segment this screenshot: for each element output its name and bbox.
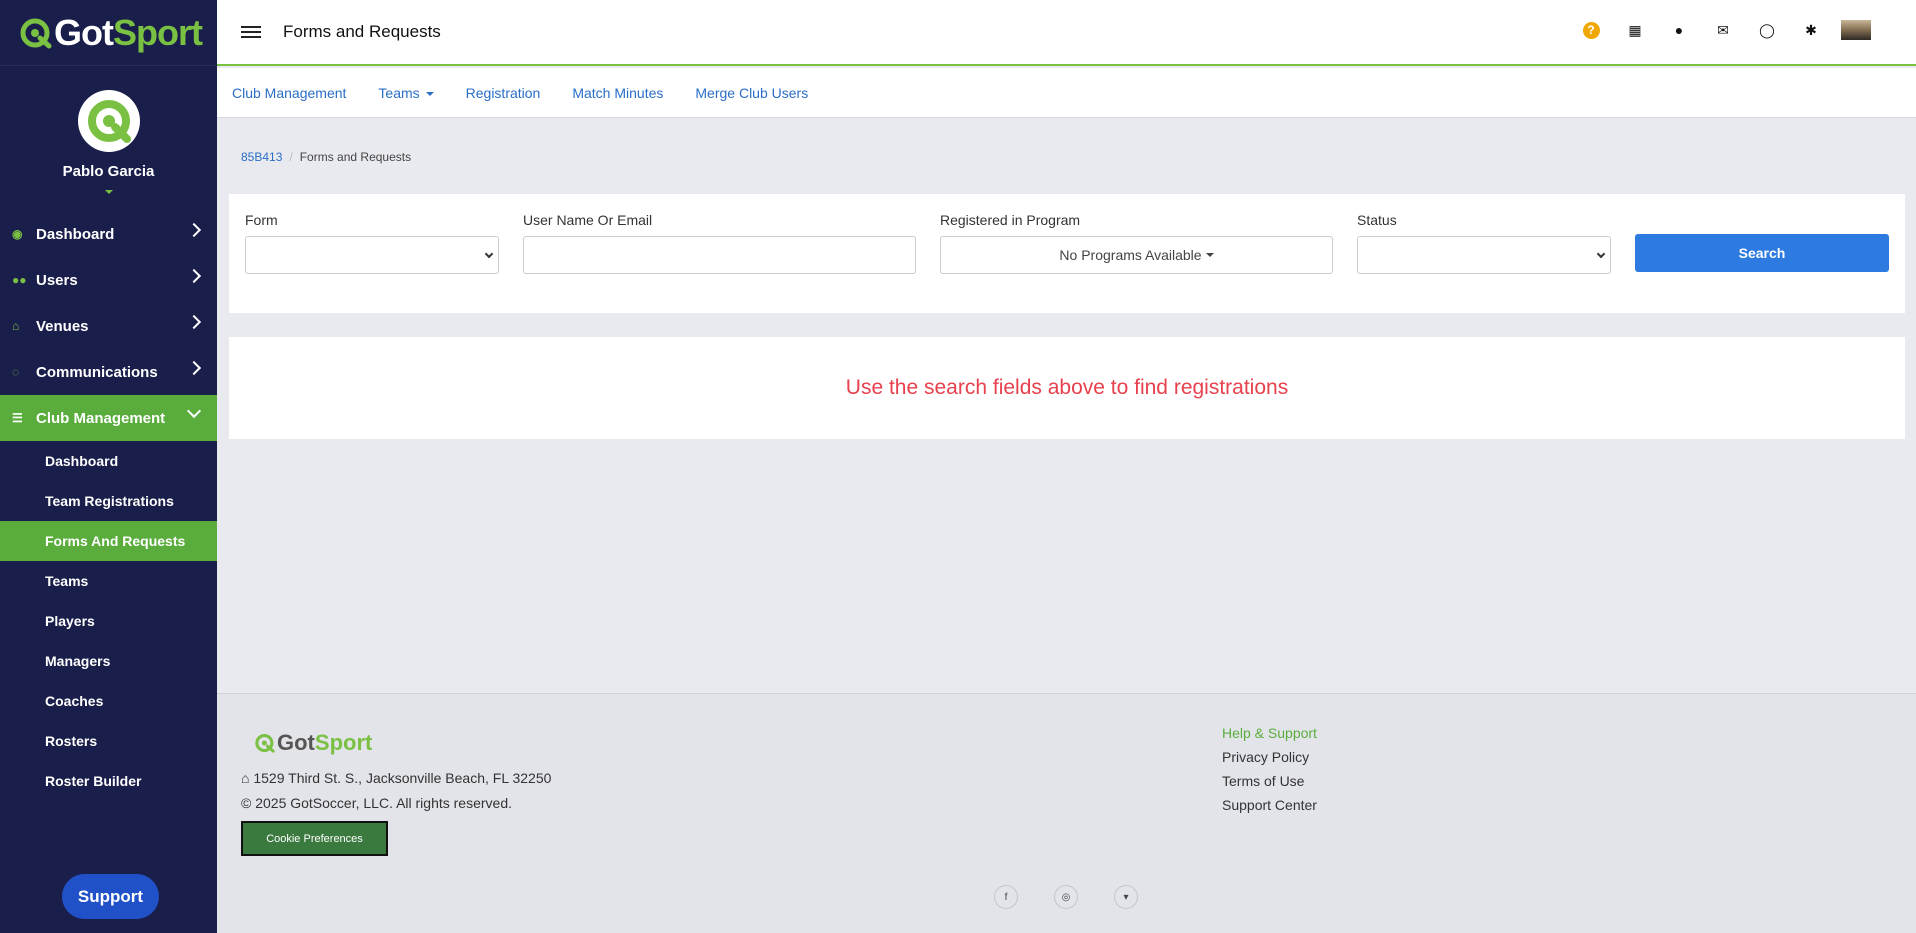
footer-address: ⌂ 1529 Third St. S., Jacksonville Beach,… [241, 770, 552, 786]
sidebar-item-dashboard[interactable]: ◉ Dashboard [0, 211, 217, 257]
list-icon: ☰ [12, 411, 23, 425]
dashboard-icon: ◉ [12, 227, 23, 241]
chevron-down-icon [186, 403, 202, 419]
caret-down-icon [425, 91, 434, 96]
facebook-icon[interactable]: f [994, 885, 1018, 909]
chevron-right-icon [186, 360, 202, 376]
sidebar-item-label: Dashboard [36, 225, 115, 243]
chevron-right-icon [186, 222, 202, 238]
chevron-down-icon [1596, 249, 1606, 259]
user-name-or-email-input[interactable] [523, 236, 916, 274]
status-select[interactable] [1357, 236, 1611, 274]
subnav-club-management[interactable]: Club Management [232, 85, 346, 101]
sidebar-item-label: Users [36, 271, 78, 289]
sidebar-item-users[interactable]: ●● Users [0, 257, 217, 303]
user-field: User Name Or Email [523, 212, 916, 274]
sidebar-item-label: Club Management [36, 409, 166, 427]
gotsport-logo-icon [255, 733, 275, 753]
sidebar-item-label: Venues [36, 317, 89, 335]
chevron-right-icon [186, 268, 202, 284]
breadcrumb-current: Forms and Requests [299, 150, 412, 164]
support-button[interactable]: Support [62, 874, 159, 919]
breadcrumb-separator: / [289, 150, 293, 164]
profile-logo-icon [87, 100, 131, 143]
caret-down-icon [1205, 253, 1214, 257]
subnav-registration[interactable]: Registration [466, 85, 541, 101]
subitem-dashboard[interactable]: Dashboard [0, 441, 217, 481]
subnav-match-minutes[interactable]: Match Minutes [572, 85, 663, 101]
status-field: Status [1357, 212, 1611, 274]
qr-code-icon[interactable]: ▦ [1613, 22, 1657, 39]
secondary-nav: Club Management Teams Registration Match… [217, 68, 1916, 118]
gotsport-logo-icon [20, 18, 52, 48]
sidebar: GotSport Pablo Garcia ◉ Dashboard ●● Use… [0, 0, 217, 933]
footer-support-center[interactable]: Support Center [1222, 797, 1317, 813]
subitem-players[interactable]: Players [0, 601, 217, 641]
breadcrumb: 85B413 / Forms and Requests [241, 150, 411, 164]
subnav-merge-club-users[interactable]: Merge Club Users [695, 85, 808, 101]
program-dropdown-value: No Programs Available [1059, 247, 1202, 263]
instagram-icon[interactable]: ◎ [1054, 885, 1078, 909]
chevron-down-icon [484, 249, 494, 259]
program-field: Registered in Program No Programs Availa… [940, 212, 1333, 274]
user-icon[interactable]: ● [1657, 22, 1701, 38]
form-select[interactable] [245, 236, 499, 274]
avatar[interactable] [77, 90, 140, 152]
profile-name: Pablo Garcia [62, 163, 155, 180]
help-icon[interactable]: ? [1569, 21, 1613, 39]
chat-icon: ◌ [12, 365, 20, 379]
users-icon: ●● [12, 273, 27, 287]
subitem-managers[interactable]: Managers [0, 641, 217, 681]
social-links: f ◎ ▾ [994, 885, 1138, 909]
chevron-down-icon[interactable] [104, 190, 113, 194]
footer-links: Help & Support Privacy Policy Terms of U… [1222, 725, 1317, 821]
status-label: Status [1357, 212, 1397, 228]
sidebar-item-club-management[interactable]: ☰ Club Management [0, 395, 217, 441]
header-icons: ? ▦ ● ✉ ◯ ✱ [1569, 20, 1871, 40]
footer-terms-of-use[interactable]: Terms of Use [1222, 773, 1317, 789]
program-label: Registered in Program [940, 212, 1081, 228]
sidebar-item-venues[interactable]: ⌂ Venues [0, 303, 217, 349]
filter-card: Form User Name Or Email Registered in Pr… [229, 194, 1905, 313]
logo[interactable]: GotSport [0, 0, 217, 66]
twitter-icon[interactable]: ▾ [1114, 885, 1138, 909]
sidebar-item-communications[interactable]: ◌ Communications [0, 349, 217, 395]
profile: Pablo Garcia [0, 66, 217, 211]
subnav-teams[interactable]: Teams [378, 84, 434, 101]
breadcrumb-root[interactable]: 85B413 [241, 150, 282, 164]
subitem-coaches[interactable]: Coaches [0, 681, 217, 721]
subitem-teams[interactable]: Teams [0, 561, 217, 601]
home-icon: ⌂ [12, 319, 20, 333]
chat-icon[interactable]: ◯ [1745, 22, 1789, 39]
subitem-roster-builder[interactable]: Roster Builder [0, 761, 217, 801]
empty-state-message: Use the search fields above to find regi… [845, 376, 1289, 399]
subitem-rosters[interactable]: Rosters [0, 721, 217, 761]
top-header: Forms and Requests ? ▦ ● ✉ ◯ ✱ [217, 0, 1916, 66]
sidebar-item-label: Communications [36, 363, 158, 381]
form-label: Form [245, 212, 278, 228]
logo-wordmark: GotSport [54, 11, 203, 53]
footer-privacy-policy[interactable]: Privacy Policy [1222, 749, 1317, 765]
results-panel: Use the search fields above to find regi… [229, 337, 1905, 439]
subnav-teams-label: Teams [378, 84, 420, 101]
sidebar-nav: ◉ Dashboard ●● Users ⌂ Venues ◌ Communic… [0, 211, 217, 801]
user-avatar[interactable] [1841, 20, 1871, 40]
hamburger-menu-icon[interactable] [241, 26, 261, 38]
form-field: Form [245, 212, 499, 274]
footer: Got Sport ⌂ 1529 Third St. S., Jacksonvil… [217, 693, 1916, 933]
program-dropdown[interactable]: No Programs Available [940, 236, 1333, 274]
page-title: Forms and Requests [283, 22, 441, 41]
subitem-forms-and-requests[interactable]: Forms And Requests [0, 521, 217, 561]
user-label: User Name Or Email [523, 212, 653, 228]
home-icon: ⌂ [241, 770, 254, 786]
footer-logo: Got Sport [255, 730, 372, 756]
cookie-preferences-button[interactable]: Cookie Preferences [241, 821, 388, 856]
subitem-team-registrations[interactable]: Team Registrations [0, 481, 217, 521]
envelope-icon[interactable]: ✉ [1701, 22, 1745, 39]
footer-copyright: © 2025 GotSoccer, LLC. All rights reserv… [241, 795, 513, 811]
chevron-right-icon [186, 314, 202, 330]
gear-icon[interactable]: ✱ [1789, 22, 1833, 39]
footer-help-support[interactable]: Help & Support [1222, 725, 1317, 741]
search-button[interactable]: Search [1635, 234, 1889, 272]
